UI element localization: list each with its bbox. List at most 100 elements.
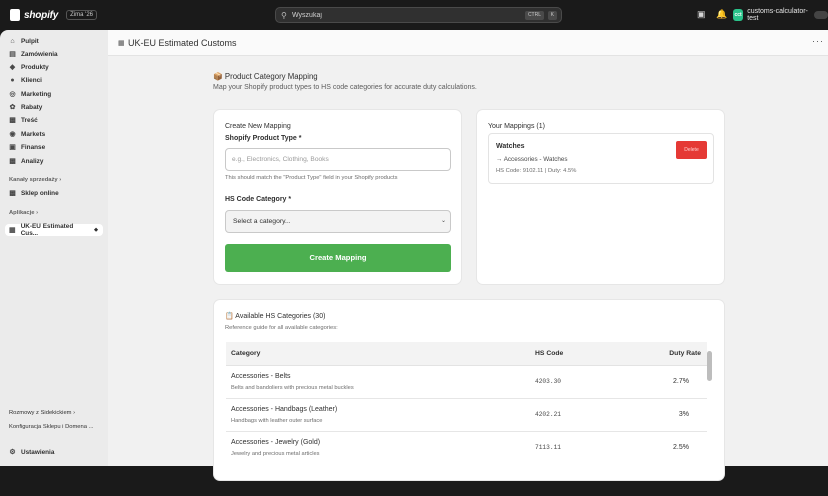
app-icon: ▦ [9, 227, 16, 234]
category-selected-value: Select a category... [233, 218, 291, 225]
sidekick-icon[interactable]: ▣ [697, 9, 706, 20]
brand-name: shopify [24, 9, 59, 21]
clipboard-icon: 📋 [225, 313, 234, 320]
category-label: HS Code Category * [225, 196, 292, 203]
sidebar: ⌂ Pulpit ▤ Zamówienia ◆ Produkty ● Klienci ◎… [0, 30, 108, 466]
duty-rate: 2.5% [673, 444, 689, 451]
bell-icon[interactable]: 🔔 [716, 9, 727, 20]
sidebar-item-markets[interactable]: ◉ Markets [5, 128, 103, 140]
sidebar-item-products[interactable]: ◆ Produkty [5, 61, 103, 73]
search-icon: ⚲ [281, 11, 287, 20]
sidebar-item-orders[interactable]: ▤ Zamówienia [5, 48, 103, 60]
chevron-down-icon: ⌄ [440, 218, 446, 224]
chart-icon: ▩ [9, 158, 16, 165]
mapping-details: HS Code: 9102.11 | Duty: 4.5% [496, 168, 577, 174]
store-toggle[interactable] [814, 11, 828, 19]
create-mapping-card: Create New Mapping Shopify Product Type … [214, 110, 461, 284]
sales-channels-header[interactable]: Kanały sprzedaży › [9, 177, 61, 183]
store-icon: ▩ [9, 190, 16, 197]
column-header-hs-code: HS Code [535, 350, 564, 357]
category-name: Accessories - Jewelry (Gold) [231, 439, 321, 446]
mapping-category: → Accessories - Watches [496, 156, 568, 163]
hs-code: 7113.11 [535, 444, 561, 451]
create-mapping-heading: Create New Mapping [225, 123, 291, 130]
package-icon: 📦 [213, 72, 223, 81]
store-name: customs-calculator-test [747, 8, 808, 22]
delete-mapping-button[interactable]: Delete [676, 141, 707, 159]
store-avatar: cct [733, 9, 744, 21]
column-header-duty-rate: Duty Rate [669, 350, 701, 357]
pin-icon: ◆ [94, 227, 98, 233]
hs-code: 4203.30 [535, 378, 561, 385]
sidebar-item-marketing[interactable]: ◎ Marketing [5, 88, 103, 100]
hs-categories-card: 📋 Available HS Categories (30) Reference… [214, 300, 724, 480]
category-description: Handbags with leather outer surface [231, 418, 323, 424]
sidebar-item-online-store[interactable]: ▩ Sklep online [5, 187, 103, 199]
gear-icon: ⚙ [9, 449, 16, 456]
sidebar-item-label: Sklep online [21, 189, 59, 197]
scrollbar-thumb[interactable] [707, 351, 712, 381]
orders-icon: ▤ [9, 51, 16, 58]
discount-icon: ✿ [9, 104, 16, 111]
column-header-category: Category [231, 350, 261, 357]
sidebar-item-content[interactable]: ▩ Treść [5, 114, 103, 126]
page-title: UK-EU Estimated Customs [128, 38, 237, 48]
apps-header[interactable]: Aplikacje › [9, 210, 38, 216]
search-bar[interactable]: ⚲ CTRL K [275, 7, 562, 23]
create-mapping-button[interactable]: Create Mapping [225, 244, 451, 272]
sidebar-item-label: Ustawienia [21, 448, 55, 456]
table-header [226, 342, 707, 366]
sidebar-item-label: Treść [21, 116, 38, 124]
product-type-field[interactable] [225, 148, 451, 171]
hs-categories-subheading: Reference guide for all available catego… [225, 325, 338, 331]
category-name: Accessories - Handbags (Leather) [231, 406, 338, 413]
sidebar-item-sidekick[interactable]: Rozmowy z Sidekickiem › [9, 410, 75, 416]
shopify-bag-icon [10, 9, 20, 21]
home-icon: ⌂ [10, 37, 15, 45]
mapping-name: Watches [496, 143, 525, 150]
sidebar-item-label: Pulpit [21, 37, 39, 45]
table-row: Accessories - Jewelry (Gold) Jewelry and… [226, 432, 707, 465]
category-select[interactable]: Select a category... ⌄ [225, 210, 451, 233]
table-scrollbar[interactable] [707, 347, 712, 496]
sidebar-item-label: Analizy [21, 157, 44, 165]
sidebar-item-active-app[interactable]: ▦ UK-EU Estimated Cus... ◆ [5, 223, 103, 237]
hs-code: 4202.21 [535, 411, 561, 418]
mappings-heading: Your Mappings (1) [488, 123, 545, 130]
sidebar-item-config[interactable]: Konfiguracja Sklepu i Domena ... [9, 424, 93, 430]
section-title: 📦 Product Category Mapping [213, 72, 318, 81]
sidebar-item-label: Marketing [21, 90, 52, 98]
edition-badge: Zima '26 [66, 10, 97, 20]
search-input[interactable] [292, 9, 492, 21]
sidebar-item-label: Produkty [21, 63, 49, 71]
sidebar-item-label: Markets [21, 130, 46, 138]
shopify-logo[interactable]: shopify Zima '26 [10, 9, 97, 21]
shortcut-ctrl-key: CTRL [524, 11, 544, 20]
hs-categories-heading: 📋 Available HS Categories (30) [225, 313, 326, 320]
sidebar-item-label: Klienci [21, 76, 42, 84]
sidebar-item-settings[interactable]: ⚙ Ustawienia [5, 446, 103, 458]
main-content: ▦ UK-EU Estimated Customs ··· 📦 Product … [108, 30, 828, 480]
tag-icon: ◆ [9, 64, 16, 71]
sidebar-item-label: Finanse [21, 143, 46, 151]
sidebar-item-label: Zamówienia [21, 50, 58, 58]
product-type-input[interactable] [226, 149, 450, 170]
top-bar: shopify Zima '26 ⚲ CTRL K ▣ 🔔 cct custom… [0, 0, 828, 30]
category-name: Accessories - Belts [231, 373, 291, 380]
sidebar-item-label: UK-EU Estimated Cus... [20, 223, 74, 237]
app-header: ▦ UK-EU Estimated Customs ··· [108, 30, 828, 56]
store-menu[interactable]: cct customs-calculator-test [733, 8, 828, 22]
more-options-icon[interactable]: ··· [812, 36, 824, 46]
mappings-card: Your Mappings (1) Watches → Accessories … [477, 110, 724, 284]
sidebar-item-finance[interactable]: ▣ Finanse [5, 141, 103, 153]
duty-rate: 3% [678, 411, 689, 418]
target-icon: ◎ [9, 91, 16, 98]
sidebar-item-analytics[interactable]: ▩ Analizy [5, 155, 103, 167]
duty-rate: 2.7% [673, 378, 689, 385]
sidebar-item-discounts[interactable]: ✿ Rabaty [5, 101, 103, 113]
bank-icon: ▣ [9, 144, 16, 151]
product-type-label: Shopify Product Type * [225, 135, 302, 142]
app-icon: ▦ [118, 40, 125, 47]
sidebar-item-customers[interactable]: ● Klienci [5, 74, 103, 86]
sidebar-item-pulpit[interactable]: ⌂ Pulpit [5, 35, 103, 47]
